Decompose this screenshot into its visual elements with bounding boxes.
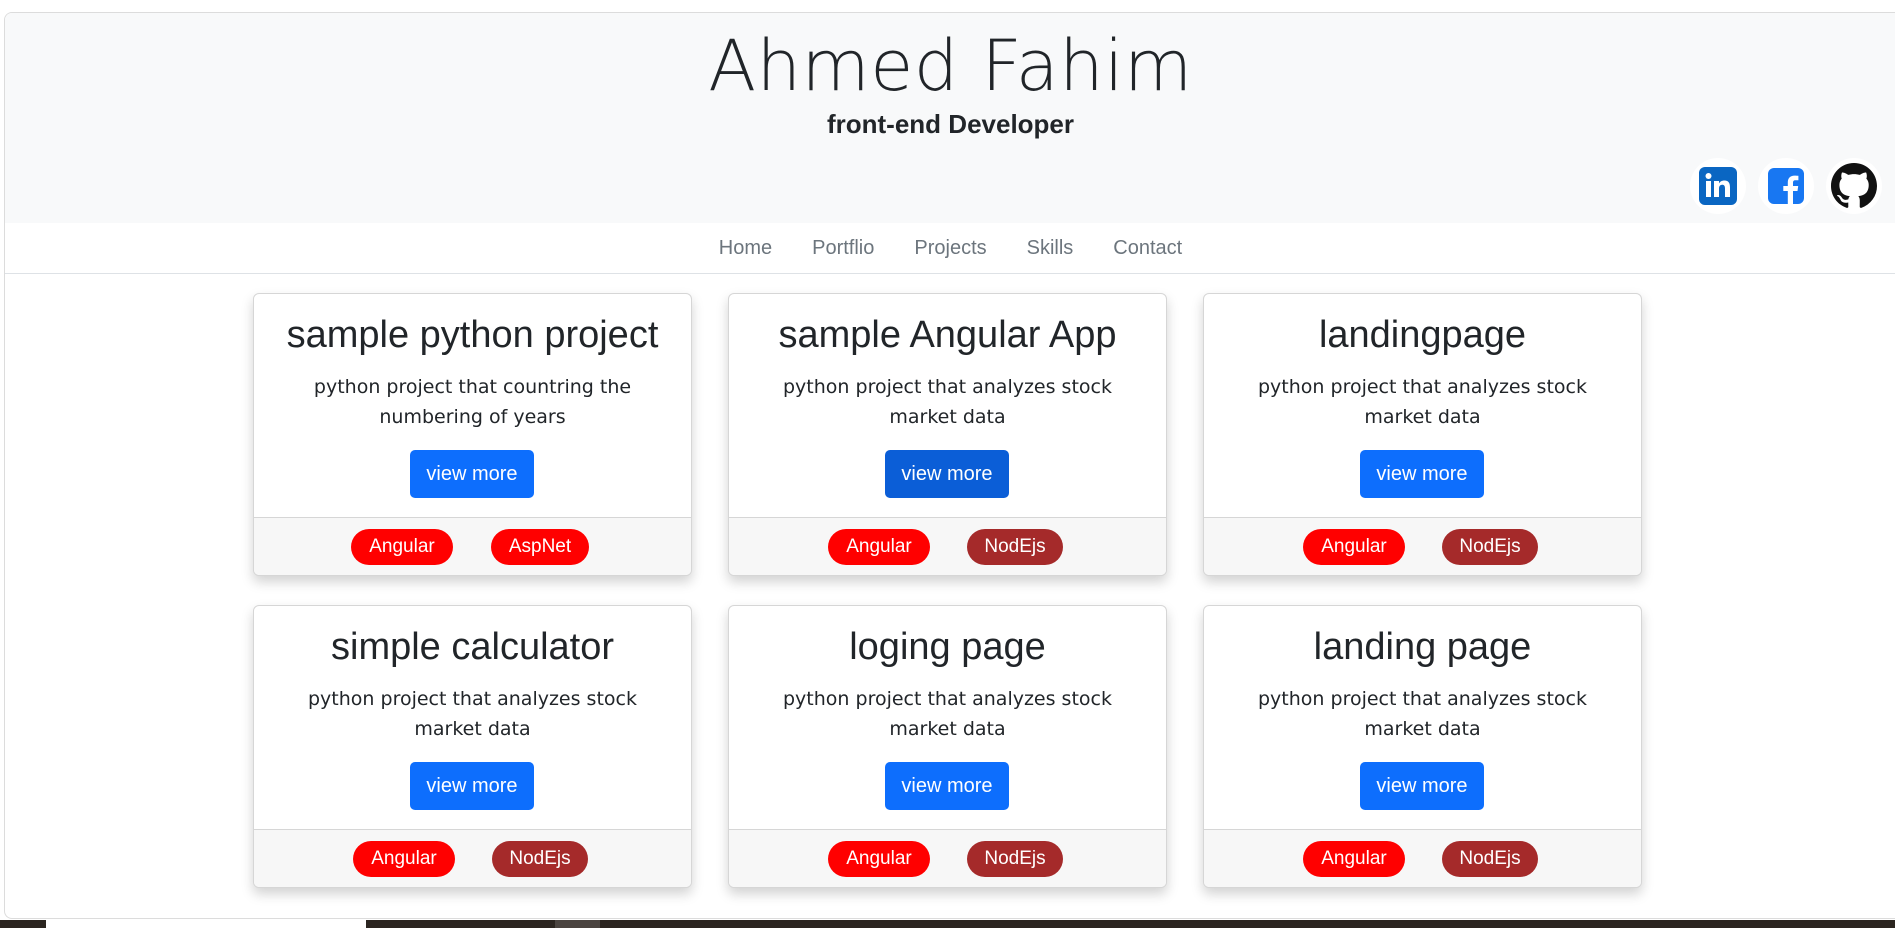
- developer-name: Ahmed Fahim: [708, 25, 1193, 107]
- main-navbar: Home Portflio Projects Skills Contact: [5, 223, 1895, 274]
- browser-viewport: Ahmed Fahim front-end Developer Home Por…: [4, 12, 1895, 919]
- view-more-button[interactable]: view more: [885, 762, 1009, 810]
- tag-badge: NodEjs: [1442, 841, 1538, 877]
- tag-badge: Angular: [1303, 529, 1405, 565]
- project-card: loging page python project that analyzes…: [728, 605, 1167, 888]
- project-card: sample python project python project tha…: [253, 293, 692, 576]
- project-card: simple calculator python project that an…: [253, 605, 692, 888]
- card-footer: Angular NodEjs: [729, 829, 1166, 887]
- facebook-link[interactable]: [1758, 158, 1814, 214]
- taskbar-button: [555, 920, 600, 928]
- view-more-button[interactable]: view more: [410, 762, 534, 810]
- linkedin-link[interactable]: [1690, 158, 1746, 214]
- card-description: python project that analyzes stock marke…: [783, 376, 1112, 428]
- card-title: landing page: [1313, 626, 1532, 668]
- card-description: python project that analyzes stock marke…: [1258, 376, 1587, 428]
- project-card: landing page python project that analyze…: [1203, 605, 1642, 888]
- project-card: landingpage python project that analyzes…: [1203, 293, 1642, 576]
- tag-badge: Angular: [353, 841, 455, 877]
- card-title: sample Angular App: [778, 314, 1117, 356]
- card-title: sample python project: [286, 314, 659, 356]
- nav-skills[interactable]: Skills: [1027, 237, 1074, 260]
- view-more-button[interactable]: view more: [1360, 762, 1484, 810]
- tag-badge: NodEjs: [1442, 529, 1538, 565]
- taskbar-thumbnail: [46, 920, 366, 928]
- linkedin-icon: [1699, 167, 1737, 205]
- tag-badge: Angular: [828, 529, 930, 565]
- view-more-button[interactable]: view more: [1360, 450, 1484, 498]
- card-footer: Angular NodEjs: [1204, 829, 1641, 887]
- card-footer: Angular NodEjs: [254, 829, 691, 887]
- nav-home[interactable]: Home: [719, 237, 772, 260]
- site-header: Ahmed Fahim front-end Developer: [5, 13, 1895, 223]
- card-footer: Angular NodEjs: [729, 517, 1166, 575]
- nav-portfolio[interactable]: Portflio: [812, 237, 874, 260]
- view-more-button[interactable]: view more: [410, 450, 534, 498]
- card-title: loging page: [849, 626, 1046, 668]
- card-footer: Angular AspNet: [254, 517, 691, 575]
- github-link[interactable]: [1826, 158, 1882, 214]
- card-title: simple calculator: [331, 626, 614, 668]
- card-description: python project that analyzes stock marke…: [783, 688, 1112, 740]
- tag-badge: Angular: [351, 529, 453, 565]
- view-more-button[interactable]: view more: [885, 450, 1009, 498]
- tag-badge: Angular: [1303, 841, 1405, 877]
- card-description: python project that analyzes stock marke…: [1258, 688, 1587, 740]
- card-description: python project that analyzes stock marke…: [308, 688, 637, 740]
- nav-projects[interactable]: Projects: [914, 237, 986, 260]
- nav-contact[interactable]: Contact: [1113, 237, 1182, 260]
- facebook-icon: [1768, 168, 1804, 204]
- project-card: sample Angular App python project that a…: [728, 293, 1167, 576]
- tag-badge: NodEjs: [967, 529, 1063, 565]
- developer-role: front-end Developer: [826, 109, 1075, 139]
- os-taskbar: [0, 920, 1895, 928]
- tag-badge: NodEjs: [492, 841, 588, 877]
- card-footer: Angular NodEjs: [1204, 517, 1641, 575]
- card-title: landingpage: [1318, 314, 1527, 356]
- card-description: python project that countring the number…: [313, 376, 632, 428]
- tag-badge: NodEjs: [967, 841, 1063, 877]
- github-icon: [1831, 163, 1877, 208]
- tag-badge: Angular: [828, 841, 930, 877]
- tag-badge: AspNet: [491, 529, 589, 565]
